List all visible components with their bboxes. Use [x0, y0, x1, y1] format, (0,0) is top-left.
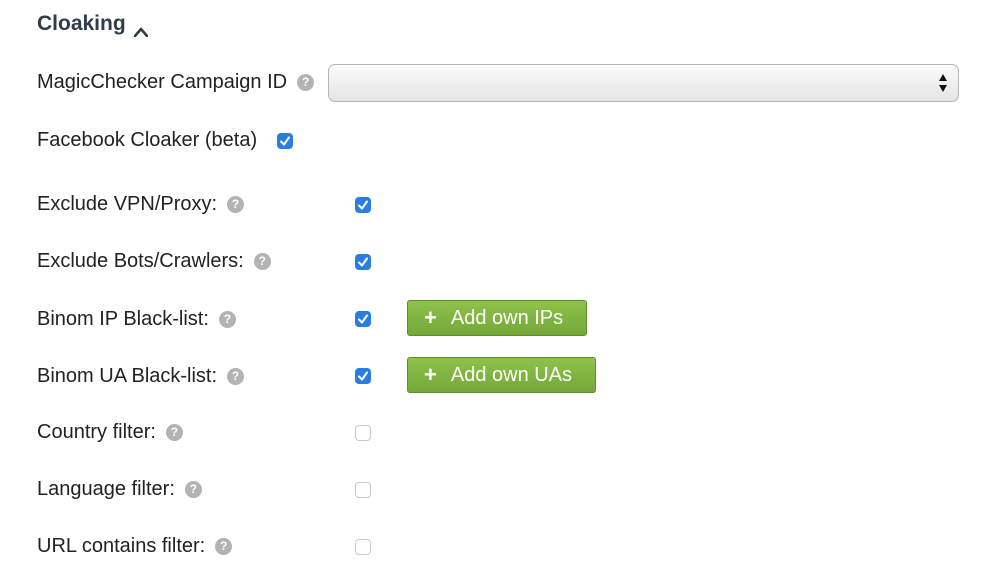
checkmark-icon — [358, 371, 368, 381]
section-header-cloaking[interactable]: Cloaking — [37, 12, 148, 38]
help-icon[interactable]: ? — [297, 74, 315, 91]
section-title: Cloaking — [37, 12, 126, 35]
checkmark-icon — [358, 314, 368, 324]
magicchecker-label: MagicChecker Campaign ID — [37, 71, 288, 93]
checkmark-icon — [280, 136, 290, 146]
add-own-ips-label: Add own IPs — [450, 306, 564, 329]
help-icon[interactable]: ? — [215, 538, 233, 555]
facebook-cloaker-label: Facebook Cloaker (beta) — [37, 129, 258, 151]
help-icon[interactable]: ? — [218, 311, 236, 328]
plus-icon: + — [424, 305, 437, 330]
add-own-uas-label: Add own UAs — [450, 363, 573, 386]
filter-label: URL contains filter: — [37, 535, 206, 557]
plus-icon: + — [424, 362, 437, 387]
help-icon[interactable]: ? — [165, 424, 183, 441]
filter-label: Country filter: — [37, 421, 156, 443]
magicchecker-campaign-select[interactable] — [328, 64, 959, 102]
help-icon[interactable]: ? — [253, 253, 271, 270]
language-filter-row: Language filter: ? — [37, 478, 202, 501]
url-contains-filter-row: URL contains filter: ? — [37, 535, 233, 558]
checkmark-icon — [358, 200, 368, 210]
add-own-uas-button[interactable]: + Add own UAs — [407, 357, 596, 393]
binom-ip-blacklist-checkbox[interactable] — [355, 311, 371, 327]
exclude-vpn-row: Exclude VPN/Proxy: ? — [37, 193, 245, 216]
filter-label: Binom IP Black-list: — [37, 308, 209, 330]
country-filter-row: Country filter: ? — [37, 421, 183, 444]
facebook-cloaker-checkbox[interactable] — [277, 133, 293, 149]
country-filter-checkbox[interactable] — [355, 425, 371, 441]
binom-ip-blacklist-row: Binom IP Black-list: ? — [37, 308, 236, 331]
filter-label: Exclude Bots/Crawlers: — [37, 250, 244, 272]
help-icon[interactable]: ? — [184, 481, 202, 498]
select-arrows-icon — [939, 74, 947, 92]
filter-label: Binom UA Black-list: — [37, 365, 218, 387]
exclude-vpn-checkbox[interactable] — [355, 197, 371, 213]
binom-ua-blacklist-row: Binom UA Black-list: ? — [37, 365, 245, 388]
filter-label: Language filter: — [37, 478, 175, 500]
exclude-bots-row: Exclude Bots/Crawlers: ? — [37, 250, 271, 273]
checkmark-icon — [358, 257, 368, 267]
url-contains-filter-checkbox[interactable] — [355, 539, 371, 555]
exclude-bots-checkbox[interactable] — [355, 254, 371, 270]
help-icon[interactable]: ? — [227, 196, 245, 213]
language-filter-checkbox[interactable] — [355, 482, 371, 498]
help-icon[interactable]: ? — [227, 368, 245, 385]
binom-ua-blacklist-checkbox[interactable] — [355, 368, 371, 384]
facebook-cloaker-row: Facebook Cloaker (beta) — [37, 129, 257, 152]
filter-label: Exclude VPN/Proxy: — [37, 193, 218, 215]
magicchecker-row: MagicChecker Campaign ID ? — [37, 71, 315, 94]
chevron-up-icon[interactable] — [133, 19, 148, 38]
add-own-ips-button[interactable]: + Add own IPs — [407, 300, 587, 336]
